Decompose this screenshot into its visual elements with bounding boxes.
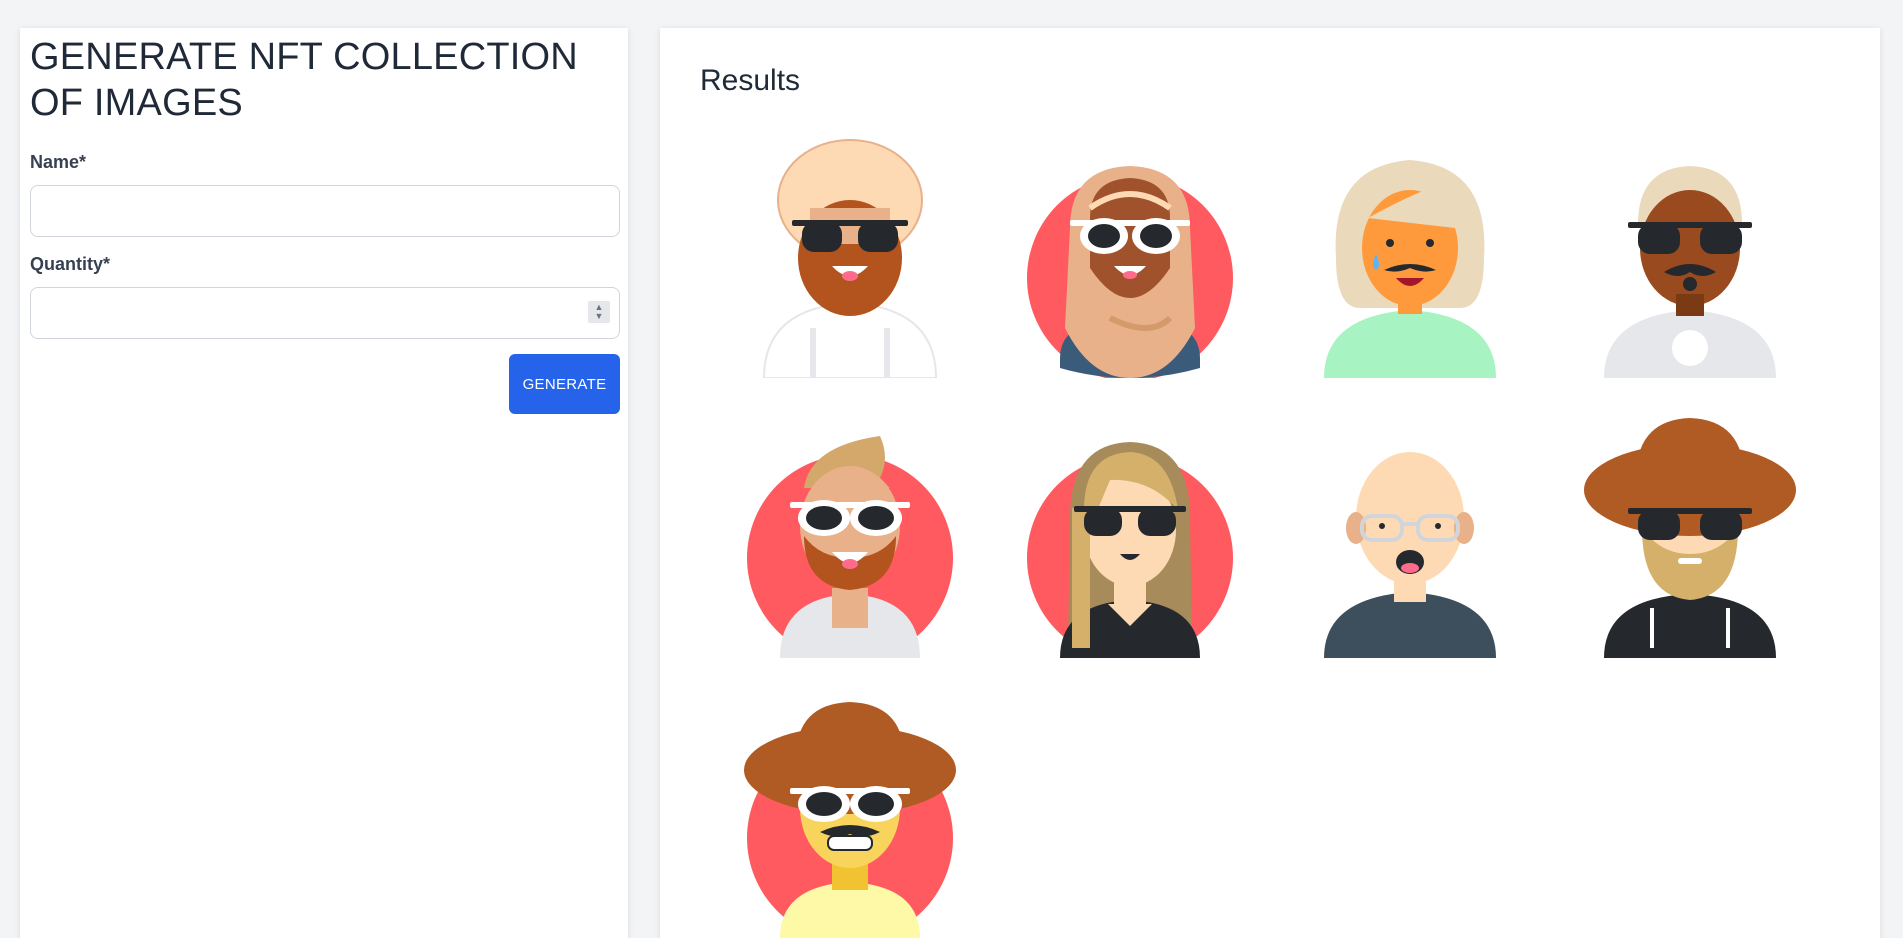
name-label: Name* bbox=[30, 152, 87, 172]
avatar-image bbox=[1020, 418, 1240, 658]
avatar-image bbox=[1580, 138, 1800, 378]
quantity-label: Quantity* bbox=[30, 254, 111, 274]
avatar-image bbox=[1300, 418, 1520, 658]
results-panel: Results bbox=[660, 28, 1880, 938]
page-title: GENERATE NFT COLLECTION OF IMAGES bbox=[30, 36, 578, 124]
generate-form-panel: GENERATE NFT COLLECTION OF IMAGES Name* … bbox=[20, 28, 628, 938]
generate-button[interactable]: GENERATE bbox=[509, 354, 620, 414]
avatar-image bbox=[740, 418, 960, 658]
results-title: Results bbox=[700, 64, 801, 97]
avatar-image bbox=[1020, 138, 1240, 378]
quantity-stepper[interactable]: ▲ ▼ bbox=[588, 301, 610, 323]
avatar-image bbox=[1580, 418, 1800, 658]
chevron-down-icon[interactable]: ▼ bbox=[595, 312, 604, 321]
name-input[interactable] bbox=[30, 185, 620, 237]
avatar-image bbox=[740, 698, 960, 938]
quantity-field: ▲ ▼ bbox=[20, 287, 630, 339]
avatar-image bbox=[740, 138, 960, 378]
quantity-input[interactable] bbox=[30, 287, 620, 339]
avatar-image bbox=[1300, 138, 1520, 378]
